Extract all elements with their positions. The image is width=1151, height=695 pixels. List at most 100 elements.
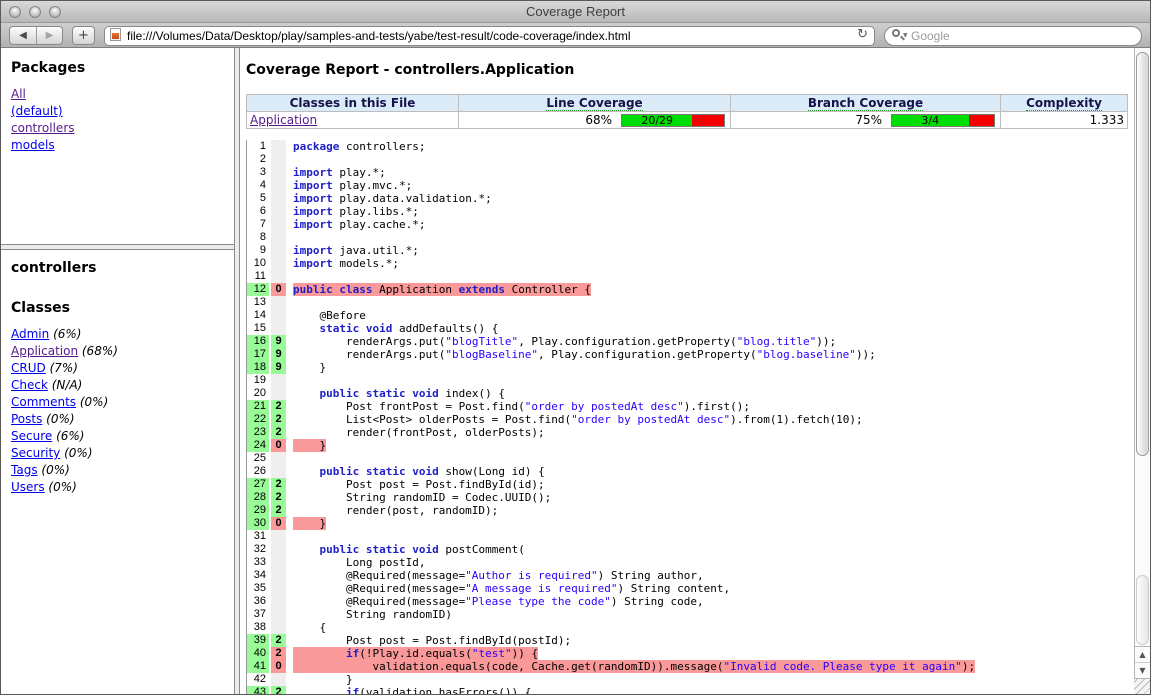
branch-coverage-percent: 75% [855,113,882,127]
hit-count [271,387,286,400]
package-link[interactable]: models [11,138,55,152]
hit-count [271,530,286,543]
scrollbar-thumb[interactable] [1136,52,1149,456]
package-link[interactable]: controllers [11,121,75,135]
hit-count [271,218,286,231]
back-button[interactable]: ◀ [10,27,36,44]
line-number: 8 [247,231,269,244]
line-number: 35 [247,582,269,595]
up-arrow-icon: ▲ [1139,650,1145,659]
url-input[interactable] [104,26,875,46]
new-tab-button[interactable]: + [72,26,95,45]
hit-count [271,374,286,387]
hit-count [271,595,286,608]
source-row: 19 [247,374,1132,387]
source-row: 240 } [247,439,1132,452]
source-row: 300 } [247,517,1132,530]
source-code-line: Post post = Post.findById(postId); [288,634,1132,647]
search-input[interactable] [884,26,1142,46]
class-coverage-percent: (6%) [49,327,81,341]
line-coverage-cell: 68% 20/29 [462,113,727,127]
class-link[interactable]: Admin [11,327,49,341]
line-number: 18 [247,361,269,374]
class-link[interactable]: Check [11,378,48,392]
package-link[interactable]: (default) [11,104,63,118]
coverage-bar-red [692,115,724,126]
source-row: 282 String randomID = Codec.UUID(); [247,491,1132,504]
line-number: 20 [247,387,269,400]
hit-count [271,556,286,569]
class-link[interactable]: Tags [11,463,38,477]
source-row: 37 String randomID) [247,608,1132,621]
line-number: 15 [247,322,269,335]
source-row: 26 public static void show(Long id) { [247,465,1132,478]
minimize-button[interactable] [29,6,41,18]
vertical-scrollbar: ▲ ▼ [1134,48,1150,694]
source-code-line: } [288,673,1132,686]
hit-count [271,322,286,335]
class-link[interactable]: Posts [11,412,42,426]
line-number: 17 [247,348,269,361]
hit-count: 2 [271,426,286,439]
source-code-line [288,530,1132,543]
scrollbar-thumb-secondary[interactable] [1136,575,1149,645]
list-item: Security (0%) [11,445,224,462]
scroll-down-button[interactable]: ▼ [1135,662,1150,677]
source-row: 120public class Application extends Cont… [247,283,1132,296]
browser-window: Coverage Report ◀ ▶ + ↻ ▼ Packages All(d… [0,0,1151,695]
list-item: controllers [11,120,224,137]
hit-count [271,452,286,465]
class-link[interactable]: Security [11,446,60,460]
address-bar: ↻ [104,25,875,45]
list-item: Check (N/A) [11,377,224,394]
source-row: 35 @Required(message="A message is requi… [247,582,1132,595]
uncovered-highlight: validation.equals(code, Cache.get(random… [293,660,975,673]
coverage-bar-green: 20/29 [622,115,692,126]
header-branch-coverage: Branch Coverage [731,95,1001,112]
source-code-line [288,270,1132,283]
source-code-line: render(post, randomID); [288,504,1132,517]
line-coverage-percent: 68% [585,113,612,127]
line-number: 32 [247,543,269,556]
class-link[interactable]: Comments [11,395,76,409]
scroll-up-button[interactable]: ▲ [1135,647,1150,662]
down-arrow-icon: ▼ [1139,666,1145,675]
package-link[interactable]: All [11,87,26,101]
line-number: 40 [247,647,269,660]
source-row: 33 Long postId, [247,556,1132,569]
hit-count: 2 [271,400,286,413]
close-button[interactable] [9,6,21,18]
class-link[interactable]: CRUD [11,361,46,375]
hit-count: 9 [271,348,286,361]
search-bar: ▼ [884,25,1142,45]
hit-count: 0 [271,660,286,673]
class-file-link[interactable]: Application [250,113,317,127]
source-row: 5import play.data.validation.*; [247,192,1132,205]
hit-count [271,296,286,309]
zoom-button[interactable] [49,6,61,18]
source-code-line: @Before [288,309,1132,322]
forward-button[interactable]: ▶ [36,27,62,44]
line-number: 26 [247,465,269,478]
class-link[interactable]: Secure [11,429,52,443]
branch-coverage-cell: 75% 3/4 [734,113,997,127]
class-link[interactable]: Application [11,344,78,358]
reload-icon[interactable]: ↻ [857,27,868,43]
line-number: 6 [247,205,269,218]
source-code-line: Long postId, [288,556,1132,569]
list-item: Users (0%) [11,479,224,496]
source-code-line: @Required(message="Please type the code"… [288,595,1132,608]
branch-coverage-bar: 3/4 [891,114,995,127]
line-number: 1 [247,140,269,153]
source-code-line [288,153,1132,166]
source-row: 392 Post post = Post.findById(postId); [247,634,1132,647]
class-link[interactable]: Users [11,480,45,494]
source-listing: 1package controllers;23import play.*;4im… [246,140,1132,694]
line-number: 3 [247,166,269,179]
hit-count [271,543,286,556]
line-number: 41 [247,660,269,673]
hit-count: 2 [271,504,286,517]
source-code-line: List<Post> olderPosts = Post.find("order… [288,413,1132,426]
source-code-line: public static void index() { [288,387,1132,400]
resize-grip[interactable] [1134,678,1150,694]
